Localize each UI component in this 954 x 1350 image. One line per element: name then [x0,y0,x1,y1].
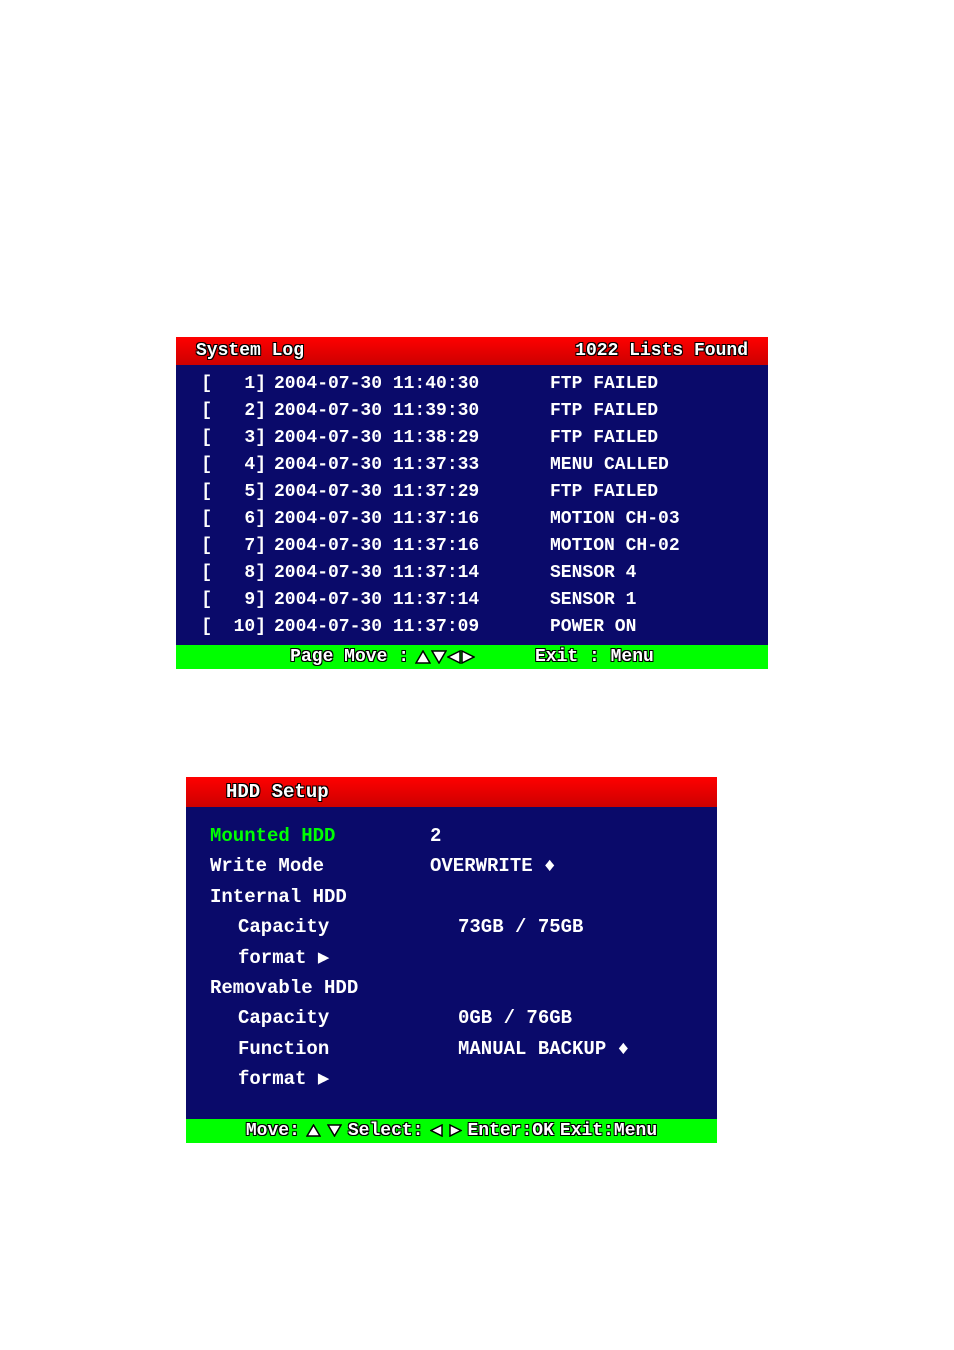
log-index: [ 7] [186,533,266,560]
log-row[interactable]: [ 7] 2004-07-30 11:37:16 MOTION CH-02 [186,533,758,560]
exit-label: Exit : Menu [535,647,654,667]
system-log-footer: Page Move : Exit : Menu [176,645,768,669]
log-event: SENSOR 4 [534,560,636,587]
log-event: MENU CALLED [534,452,669,479]
function-value: MANUAL BACKUP ♦ [458,1034,629,1064]
exit-label: Exit:Menu [560,1121,657,1141]
hdd-setup-body: Mounted HDD 2 Write Mode OVERWRITE ♦ Int… [186,807,717,1119]
system-log-body: [ 1] 2004-07-30 11:40:30 FTP FAILED [ 2]… [176,365,768,645]
log-datetime: 2004-07-30 11:37:09 [266,614,534,641]
log-index: [ 6] [186,506,266,533]
enter-label: Enter:OK [468,1121,554,1141]
log-row[interactable]: [ 6] 2004-07-30 11:37:16 MOTION CH-03 [186,506,758,533]
arrow-left-icon [447,650,461,664]
log-row[interactable]: [ 8] 2004-07-30 11:37:14 SENSOR 4 [186,560,758,587]
removable-hdd-label: Removable HDD [210,973,430,1003]
log-datetime: 2004-07-30 11:37:16 [266,533,534,560]
removable-format-label: format ▶ [210,1064,458,1094]
removable-capacity-row: Capacity 0GB / 76GB [210,1003,697,1033]
write-mode-value: OVERWRITE ♦ [430,851,555,881]
log-event: MOTION CH-02 [534,533,680,560]
write-mode-label: Write Mode [210,851,430,881]
internal-capacity-row: Capacity 73GB / 75GB [210,912,697,942]
write-mode-row[interactable]: Write Mode OVERWRITE ♦ [210,851,697,881]
mounted-hdd-row[interactable]: Mounted HDD 2 [210,821,697,851]
arrow-up-icon [306,1124,321,1137]
removable-capacity-label: Capacity [210,1003,458,1033]
log-datetime: 2004-07-30 11:37:29 [266,479,534,506]
arrow-right-icon [461,650,475,664]
system-log-panel: System Log 1022 Lists Found [ 1] 2004-07… [176,337,768,669]
hdd-setup-panel: HDD Setup Mounted HDD 2 Write Mode OVERW… [186,777,717,1143]
log-row[interactable]: [ 5] 2004-07-30 11:37:29 FTP FAILED [186,479,758,506]
hdd-setup-footer: Move: Select: Enter:OK Exit:Menu [186,1119,717,1143]
log-datetime: 2004-07-30 11:39:30 [266,398,534,425]
function-row[interactable]: Function MANUAL BACKUP ♦ [210,1034,697,1064]
log-event: POWER ON [534,614,636,641]
log-event: FTP FAILED [534,398,658,425]
arrow-down-icon [327,1124,342,1137]
log-index: [ 8] [186,560,266,587]
log-index: [ 3] [186,425,266,452]
internal-capacity-label: Capacity [210,912,458,942]
mounted-hdd-value: 2 [430,821,441,851]
log-row[interactable]: [ 4] 2004-07-30 11:37:33 MENU CALLED [186,452,758,479]
removable-format-row[interactable]: format ▶ [210,1064,697,1094]
arrow-right-icon: ▶ [318,1068,329,1090]
log-datetime: 2004-07-30 11:37:14 [266,560,534,587]
log-index: [ 1] [186,371,266,398]
system-log-header: System Log 1022 Lists Found [176,337,768,365]
removable-hdd-row: Removable HDD [210,973,697,1003]
log-datetime: 2004-07-30 11:37:14 [266,587,534,614]
log-index: [ 2] [186,398,266,425]
log-index: [ 5] [186,479,266,506]
arrow-down-icon [431,650,447,664]
arrow-right-icon: ▶ [318,947,329,969]
arrow-left-icon [430,1124,443,1137]
internal-hdd-label: Internal HDD [210,882,430,912]
mounted-hdd-label: Mounted HDD [210,821,430,851]
log-datetime: 2004-07-30 11:37:33 [266,452,534,479]
hdd-setup-header: HDD Setup [186,777,717,807]
log-index: [ 10] [186,614,266,641]
removable-capacity-value: 0GB / 76GB [458,1003,572,1033]
log-row[interactable]: [ 3] 2004-07-30 11:38:29 FTP FAILED [186,425,758,452]
log-row[interactable]: [ 1] 2004-07-30 11:40:30 FTP FAILED [186,371,758,398]
internal-format-label: format ▶ [210,943,458,973]
log-datetime: 2004-07-30 11:38:29 [266,425,534,452]
log-event: MOTION CH-03 [534,506,680,533]
function-label: Function [210,1034,458,1064]
internal-capacity-value: 73GB / 75GB [458,912,583,942]
log-datetime: 2004-07-30 11:37:16 [266,506,534,533]
log-event: FTP FAILED [534,371,658,398]
log-event: FTP FAILED [534,479,658,506]
arrow-up-icon [415,650,431,664]
arrow-right-icon [449,1124,462,1137]
log-row[interactable]: [ 9] 2004-07-30 11:37:14 SENSOR 1 [186,587,758,614]
hdd-setup-title: HDD Setup [226,781,329,803]
updown-icon: ♦ [618,1038,629,1060]
log-row[interactable]: [ 10] 2004-07-30 11:37:09 POWER ON [186,614,758,641]
updown-icon: ♦ [544,855,555,877]
log-index: [ 9] [186,587,266,614]
move-label: Move: [246,1121,300,1141]
internal-format-row[interactable]: format ▶ [210,943,697,973]
system-log-count: 1022 Lists Found [575,341,748,361]
log-event: SENSOR 1 [534,587,636,614]
log-datetime: 2004-07-30 11:40:30 [266,371,534,398]
log-row[interactable]: [ 2] 2004-07-30 11:39:30 FTP FAILED [186,398,758,425]
page-move-label: Page Move : [290,647,409,667]
log-index: [ 4] [186,452,266,479]
system-log-title: System Log [196,341,304,361]
log-event: FTP FAILED [534,425,658,452]
select-label: Select: [348,1121,424,1141]
internal-hdd-row: Internal HDD [210,882,697,912]
